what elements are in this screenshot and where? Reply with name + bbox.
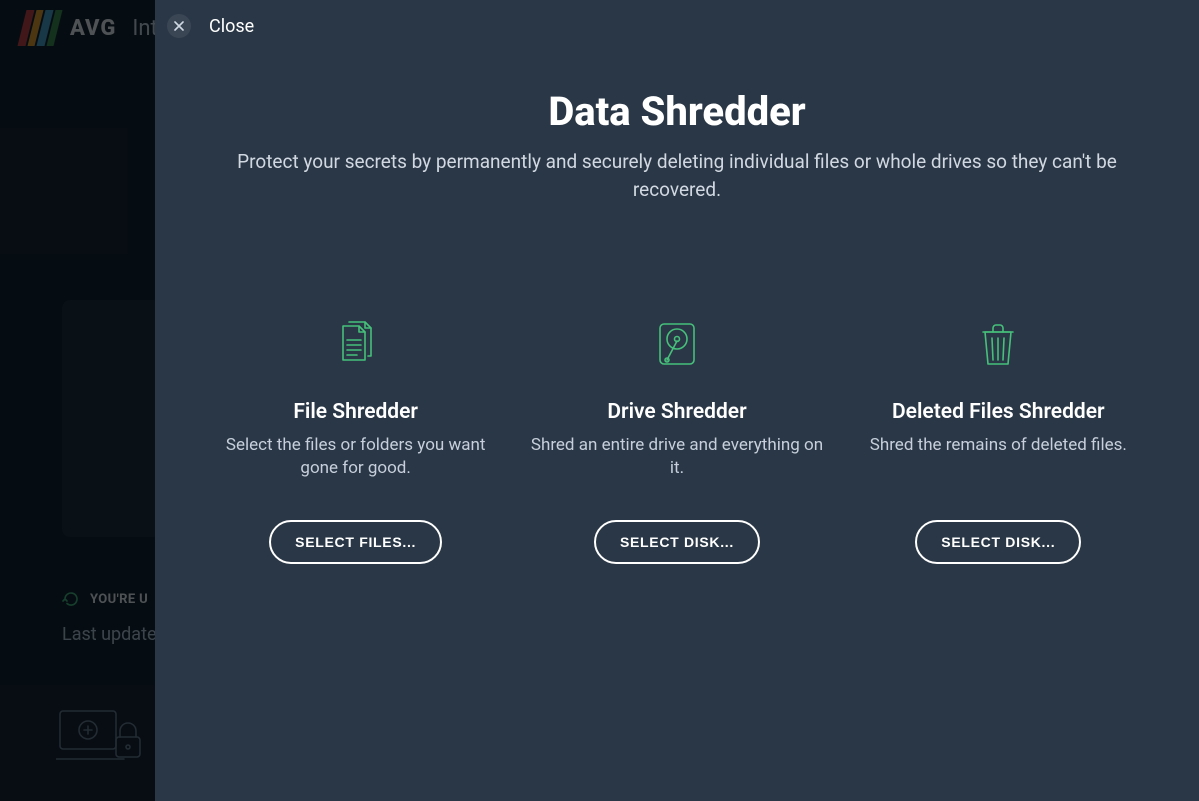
last-updated-label: Last updated xyxy=(62,624,167,645)
update-status-row: YOU'RE U xyxy=(62,590,148,608)
modal-title: Data Shredder xyxy=(155,88,1199,135)
close-icon[interactable] xyxy=(167,14,191,38)
select-disk-button[interactable]: SELECT DISK... xyxy=(594,520,760,564)
option-description: Shred the remains of deleted files. xyxy=(870,434,1127,482)
trash-icon xyxy=(973,320,1023,368)
modal-subtitle: Protect your secrets by permanently and … xyxy=(215,148,1139,203)
option-description: Select the files or folders you want gon… xyxy=(206,434,506,482)
option-title: Deleted Files Shredder xyxy=(892,400,1105,424)
select-deleted-disk-button[interactable]: SELECT DISK... xyxy=(915,520,1081,564)
option-title: File Shredder xyxy=(293,400,418,424)
avg-logo-icon xyxy=(22,10,58,46)
close-row: Close xyxy=(167,14,254,38)
data-shredder-modal: Close Data Shredder Protect your secrets… xyxy=(155,0,1199,801)
options-row: File Shredder Select the files or folder… xyxy=(155,320,1199,564)
secure-device-icon xyxy=(56,703,146,767)
option-title: Drive Shredder xyxy=(607,400,746,424)
update-label: YOU'RE U xyxy=(90,592,148,607)
option-description: Shred an entire drive and everything on … xyxy=(527,434,827,482)
select-files-button[interactable]: SELECT FILES... xyxy=(269,520,442,564)
brand-name: AVG xyxy=(70,16,116,41)
close-button[interactable]: Close xyxy=(209,16,254,37)
hdd-icon xyxy=(652,320,702,368)
option-deleted-files-shredder: Deleted Files Shredder Shred the remains… xyxy=(848,320,1148,564)
option-drive-shredder: Drive Shredder Shred an entire drive and… xyxy=(527,320,827,564)
files-icon xyxy=(331,320,381,368)
refresh-icon xyxy=(62,590,80,608)
option-file-shredder: File Shredder Select the files or folder… xyxy=(206,320,506,564)
